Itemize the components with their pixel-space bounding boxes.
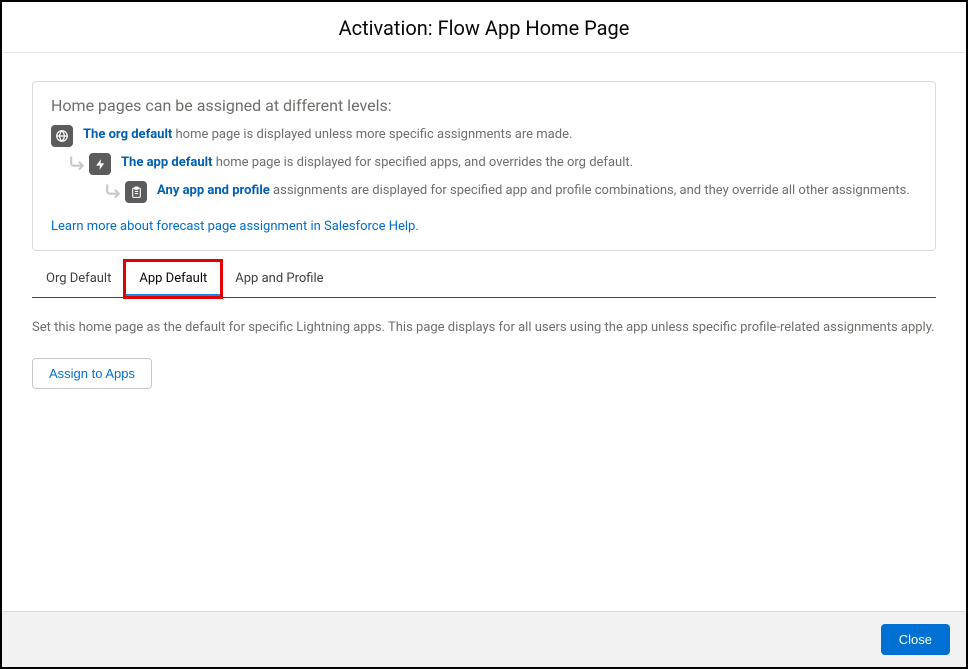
tab-org-default[interactable]: Org Default (32, 261, 125, 297)
level-org-tail: home page is displayed unless more speci… (172, 127, 572, 142)
info-panel-title: Home pages can be assigned at different … (51, 96, 917, 115)
assign-to-apps-button[interactable]: Assign to Apps (32, 358, 152, 389)
info-panel: Home pages can be assigned at different … (32, 81, 936, 251)
sub-arrow-icon (67, 154, 87, 174)
sub-arrow-icon (103, 182, 123, 202)
modal-title: Activation: Flow App Home Page (2, 16, 966, 40)
tab-app-default-description: Set this home page as the default for sp… (32, 318, 936, 338)
level-app-tail: home page is displayed for specified app… (212, 155, 633, 170)
modal-footer: Close (2, 611, 966, 667)
tab-app-default[interactable]: App Default (125, 261, 221, 297)
learn-more-link[interactable]: Learn more about forecast page assignmen… (51, 219, 419, 234)
level-org-text: The org default home page is displayed u… (83, 125, 917, 145)
level-org-default: The org default home page is displayed u… (51, 125, 917, 147)
globe-icon (51, 125, 73, 147)
tab-app-and-profile[interactable]: App and Profile (221, 261, 337, 297)
level-app-profile-text: Any app and profile assignments are disp… (157, 181, 917, 201)
level-app-profile: Any app and profile assignments are disp… (103, 181, 917, 203)
level-app-bold: The app default (121, 155, 212, 170)
level-app-text: The app default home page is displayed f… (121, 153, 917, 173)
modal-header: Activation: Flow App Home Page (2, 2, 966, 53)
level-app-default: The app default home page is displayed f… (67, 153, 917, 175)
tabs: Org Default App Default App and Profile (32, 261, 936, 298)
level-org-bold: The org default (83, 127, 172, 142)
close-button[interactable]: Close (881, 624, 950, 655)
lightning-icon (89, 153, 111, 175)
modal-body: Home pages can be assigned at different … (2, 53, 966, 611)
level-app-profile-tail: assignments are displayed for specified … (270, 183, 910, 198)
clipboard-icon (125, 181, 147, 203)
level-app-profile-bold: Any app and profile (157, 183, 270, 198)
